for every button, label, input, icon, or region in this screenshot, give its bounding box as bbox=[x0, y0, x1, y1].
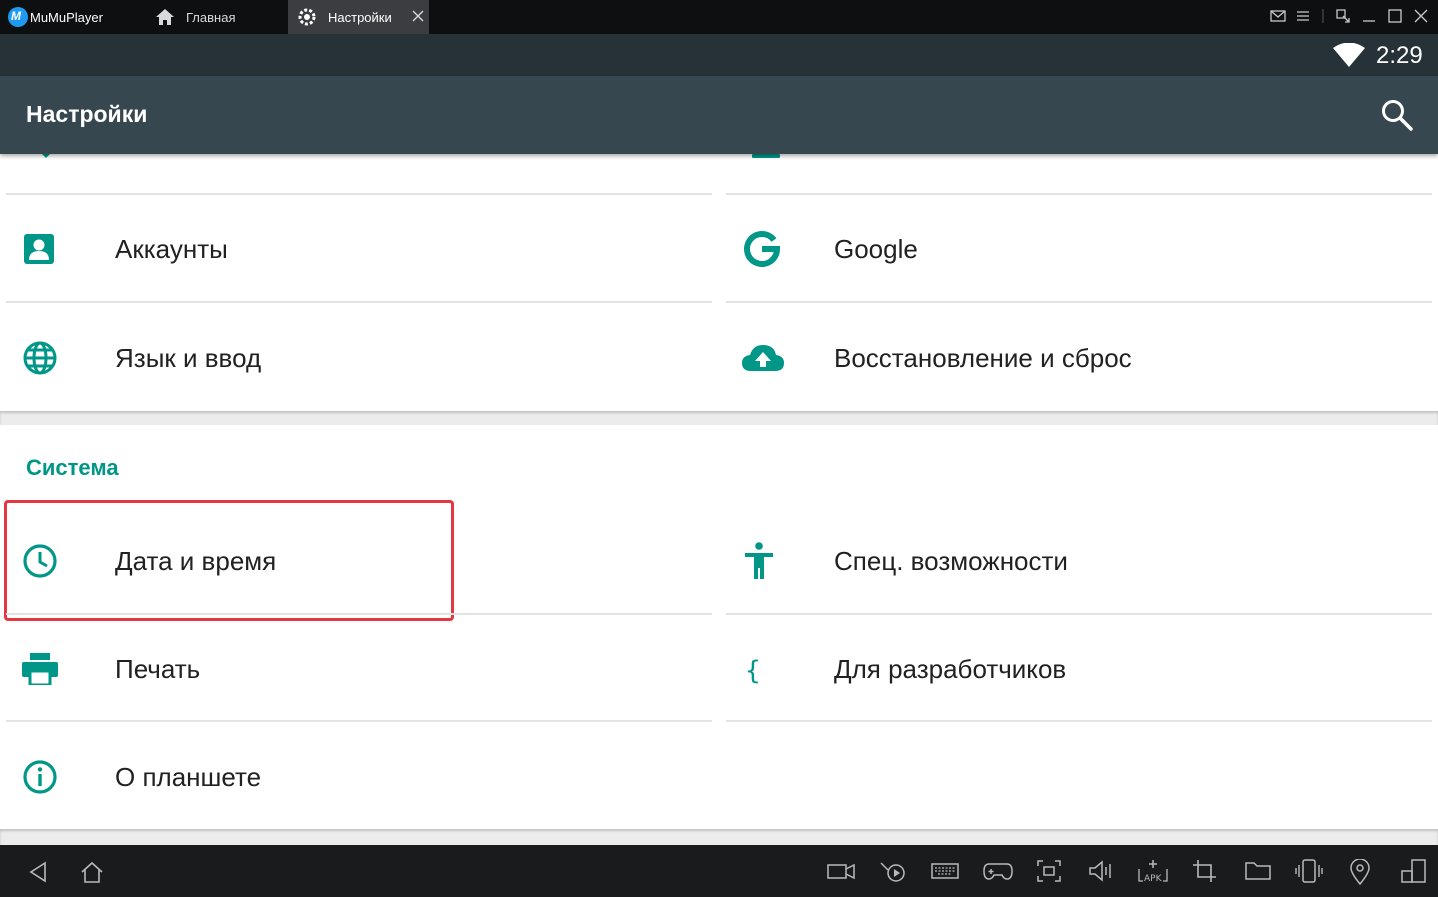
section-gap bbox=[0, 411, 1438, 425]
printer-icon bbox=[22, 651, 70, 687]
screenshot-icon[interactable] bbox=[1035, 859, 1063, 883]
app-logo: M MuMuPlayer bbox=[8, 7, 103, 27]
home-icon bbox=[156, 9, 174, 25]
setting-label: Google bbox=[834, 234, 918, 264]
divider bbox=[726, 720, 1432, 722]
divider bbox=[726, 193, 1432, 195]
tab-home-label: Главная bbox=[186, 9, 236, 25]
partial-icon bbox=[40, 154, 52, 158]
partial-icon bbox=[752, 154, 780, 158]
close-window-icon[interactable] bbox=[1414, 9, 1428, 23]
settings-list: Аккаунты Google Язык и ввод Восстановлен… bbox=[0, 154, 1438, 845]
setting-label: Язык и ввод bbox=[115, 343, 262, 373]
apk-install-icon[interactable]: APK bbox=[1137, 859, 1169, 883]
search-icon[interactable] bbox=[1380, 98, 1414, 132]
svg-text:{ }: { } bbox=[745, 656, 777, 685]
setting-label: Печать bbox=[115, 654, 201, 684]
setting-item-google[interactable]: Google bbox=[719, 209, 1438, 289]
maximize-icon[interactable] bbox=[1388, 9, 1402, 23]
cloud-upload-icon bbox=[741, 340, 789, 376]
close-tab-icon[interactable] bbox=[411, 9, 425, 23]
volume-icon[interactable] bbox=[1087, 859, 1115, 883]
setting-label: О планшете bbox=[115, 762, 262, 792]
divider bbox=[6, 301, 712, 303]
braces-icon: { } bbox=[741, 651, 789, 687]
section-gap bbox=[0, 829, 1438, 845]
divider bbox=[6, 613, 712, 615]
gear-icon bbox=[298, 8, 316, 26]
setting-item-developer[interactable]: { } Для разработчиков bbox=[719, 629, 1438, 709]
back-icon[interactable] bbox=[28, 861, 48, 883]
divider bbox=[726, 613, 1432, 615]
globe-icon bbox=[22, 340, 70, 376]
setting-item-about-tablet[interactable]: О планшете bbox=[0, 737, 712, 817]
setting-label: Для разработчиков bbox=[834, 654, 1067, 684]
resize-window-icon[interactable] bbox=[1336, 9, 1350, 23]
emulator-toolbar: APK bbox=[0, 845, 1438, 897]
setting-label: Аккаунты bbox=[115, 234, 228, 264]
gamepad-icon[interactable] bbox=[983, 859, 1013, 883]
keyboard-icon[interactable] bbox=[931, 859, 959, 883]
setting-item-language[interactable]: Язык и ввод bbox=[0, 318, 712, 398]
mail-icon[interactable] bbox=[1270, 9, 1286, 23]
page-title: Настройки bbox=[26, 101, 148, 127]
app-toolbar: Настройки bbox=[0, 76, 1438, 154]
home-nav-icon[interactable] bbox=[80, 860, 104, 884]
tab-home[interactable]: Главная bbox=[148, 0, 286, 34]
info-icon bbox=[22, 759, 70, 795]
setting-item-accessibility[interactable]: Спец. возможности bbox=[719, 521, 1438, 601]
svg-text:APK: APK bbox=[1144, 874, 1163, 883]
setting-label: Восстановление и сброс bbox=[834, 343, 1132, 373]
highlight-frame bbox=[4, 500, 454, 621]
divider bbox=[726, 301, 1432, 303]
setting-label: Спец. возможности bbox=[834, 546, 1068, 576]
app-name: MuMuPlayer bbox=[30, 9, 103, 25]
section-title-system: Система bbox=[26, 455, 119, 480]
setting-item-printing[interactable]: Печать bbox=[0, 629, 712, 709]
wifi-icon bbox=[1333, 43, 1365, 67]
crop-icon[interactable] bbox=[1192, 859, 1218, 883]
location-icon[interactable] bbox=[1349, 859, 1371, 885]
setting-item-backup-reset[interactable]: Восстановление и сброс bbox=[719, 318, 1438, 398]
video-record-icon[interactable] bbox=[827, 859, 855, 883]
separator-icon bbox=[1322, 9, 1324, 23]
folder-icon[interactable] bbox=[1244, 859, 1272, 883]
status-time: 2:29 bbox=[1376, 42, 1423, 69]
google-icon bbox=[741, 231, 789, 267]
accessibility-icon bbox=[741, 542, 789, 579]
divider bbox=[6, 193, 712, 195]
tab-settings[interactable]: Настройки bbox=[288, 0, 429, 34]
window-title-bar: M MuMuPlayer Главная Настройки bbox=[0, 0, 1438, 34]
tab-settings-label: Настройки bbox=[328, 9, 392, 25]
minimize-icon[interactable] bbox=[1362, 9, 1376, 23]
multi-window-icon[interactable] bbox=[1400, 859, 1428, 883]
macro-play-icon[interactable] bbox=[879, 859, 907, 883]
android-status-bar: 2:29 bbox=[0, 34, 1438, 76]
mumu-logo-icon: M bbox=[8, 7, 28, 27]
divider bbox=[6, 720, 712, 722]
rotate-shake-icon[interactable] bbox=[1295, 859, 1323, 885]
account-box-icon bbox=[22, 231, 70, 267]
menu-icon[interactable] bbox=[1296, 9, 1310, 23]
setting-item-accounts[interactable]: Аккаунты bbox=[0, 209, 712, 289]
